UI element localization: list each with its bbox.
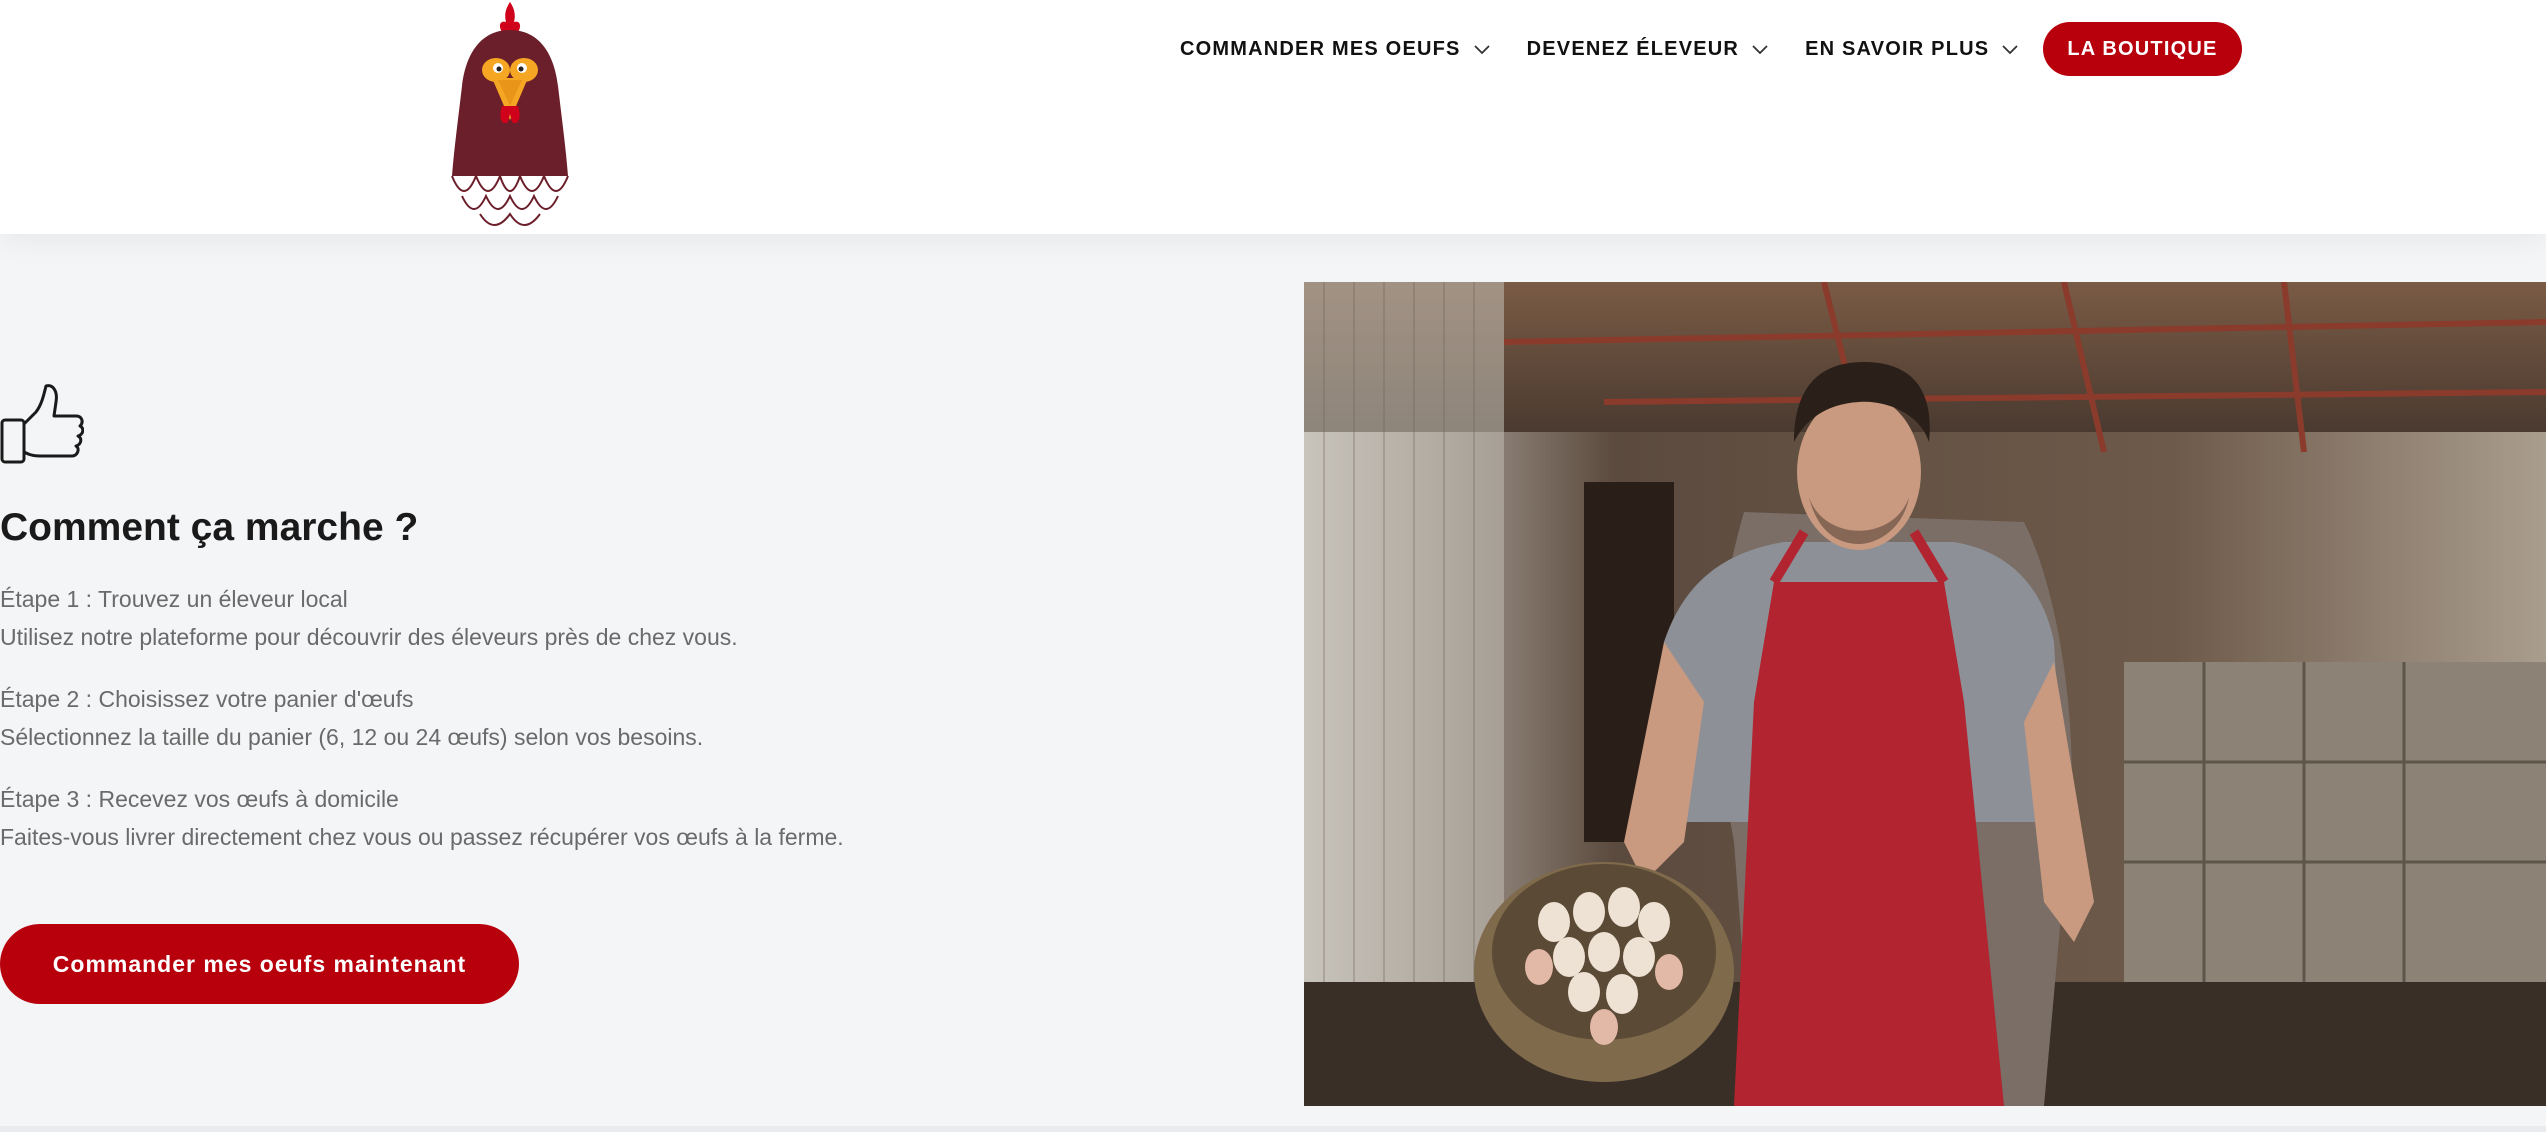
nav-label: EN SAVOIR PLUS — [1805, 37, 1990, 60]
step-heading: Étape 2 : Choisissez votre panier d'œufs — [0, 686, 414, 712]
nav-label: DEVENEZ ÉLEVEUR — [1526, 37, 1740, 60]
shop-button[interactable]: LA BOUTIQUE — [2043, 22, 2242, 76]
how-it-works-section: Comment ça marche ? Étape 1 : Trouvez un… — [0, 234, 2546, 1132]
step-heading: Étape 1 : Trouvez un éleveur local — [0, 586, 348, 612]
step-text: Utilisez notre plateforme pour découvrir… — [0, 624, 738, 650]
nav-en-savoir-plus[interactable]: EN SAVOIR PLUS — [1805, 38, 2019, 61]
site-header: COMMANDER MES OEUFS DEVENEZ ÉLEVEUR EN S… — [0, 0, 2546, 234]
steps-list: Étape 1 : Trouvez un éleveur local Utili… — [0, 580, 1200, 880]
thumbs-up-icon — [0, 384, 84, 464]
rooster-logo[interactable] — [440, 0, 580, 234]
step-heading: Étape 3 : Recevez vos œufs à domicile — [0, 786, 399, 812]
step-3: Étape 3 : Recevez vos œufs à domicile Fa… — [0, 780, 1200, 856]
chevron-down-icon — [1752, 45, 1768, 55]
step-1: Étape 1 : Trouvez un éleveur local Utili… — [0, 580, 1200, 656]
step-2: Étape 2 : Choisissez votre panier d'œufs… — [0, 680, 1200, 756]
nav-commander-mes-oeufs[interactable]: COMMANDER MES OEUFS — [1180, 38, 1491, 61]
section-title: Comment ça marche ? — [0, 506, 419, 549]
nav-devenez-eleveur[interactable]: DEVENEZ ÉLEVEUR — [1527, 38, 1769, 61]
chevron-down-icon — [1473, 45, 1490, 55]
nav-label: COMMANDER MES OEUFS — [1180, 37, 1461, 60]
step-text: Faites-vous livrer directement chez vous… — [0, 824, 844, 850]
chevron-down-icon — [2002, 45, 2018, 55]
step-text: Sélectionnez la taille du panier (6, 12 … — [0, 724, 704, 750]
section-divider — [0, 1126, 2546, 1132]
main-nav: COMMANDER MES OEUFS DEVENEZ ÉLEVEUR EN S… — [1180, 22, 2242, 76]
farmer-holding-egg-basket-photo — [1304, 282, 2546, 1106]
order-eggs-now-button[interactable]: Commander mes oeufs maintenant — [0, 924, 519, 1004]
